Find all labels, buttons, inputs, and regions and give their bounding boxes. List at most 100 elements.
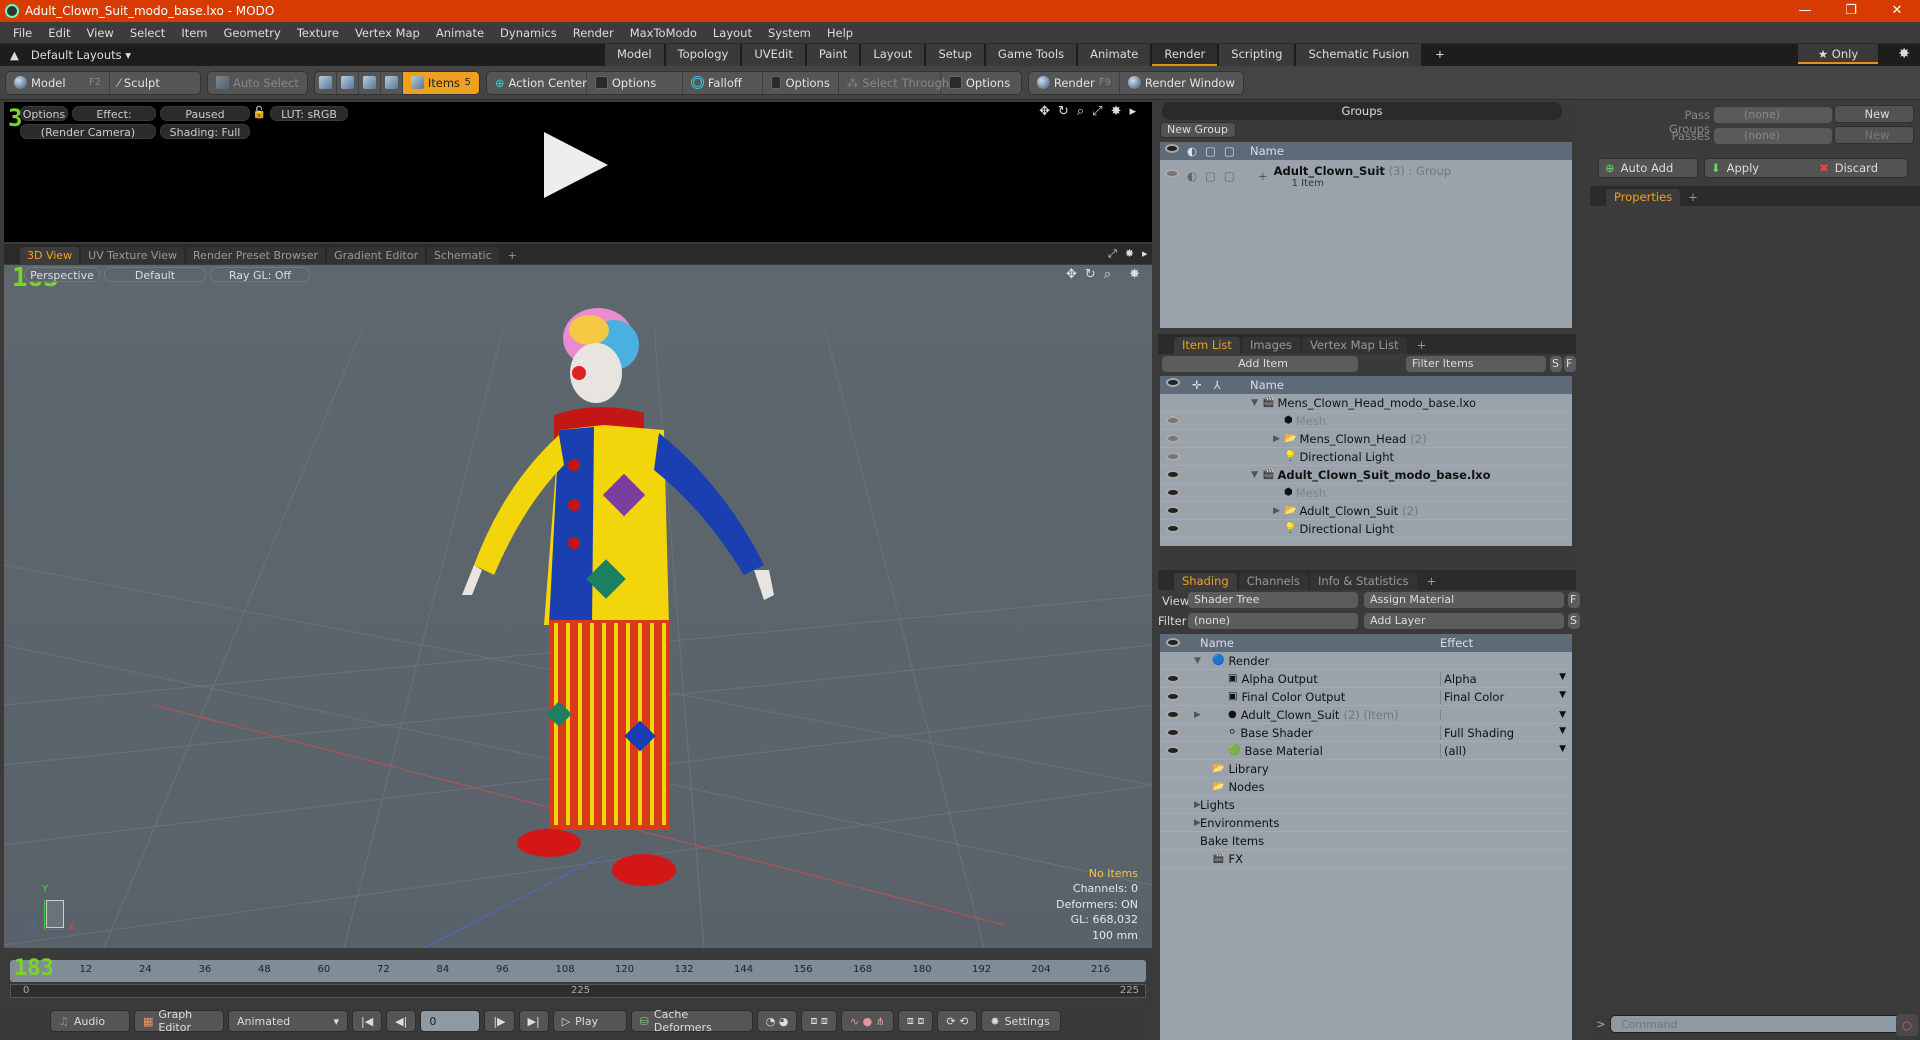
expand-arrow-icon[interactable]: ▸ — [1142, 247, 1148, 261]
group-row[interactable]: ◐ ▢ ▢ + Adult_Clown_Suit (3) : Group 1 Ite… — [1160, 160, 1572, 192]
select-toggle[interactable]: ▢ — [1224, 169, 1235, 183]
discard-label[interactable]: Discard — [1835, 158, 1878, 178]
minimize-button[interactable]: — — [1782, 0, 1828, 22]
command-input[interactable] — [1610, 1015, 1906, 1033]
action-center-options-button[interactable]: Options — [587, 71, 683, 94]
visibility-cell[interactable] — [1160, 504, 1250, 518]
menu-select[interactable]: Select — [123, 26, 174, 40]
tab-3d-view[interactable]: 3D View — [20, 247, 80, 264]
visibility-icon[interactable] — [1166, 433, 1180, 443]
chevron-down-icon[interactable]: ▼ — [1559, 710, 1566, 720]
tab-schematic-fusion[interactable]: Schematic Fusion — [1296, 44, 1422, 66]
shader-row[interactable]: ⚪ Base Shader Full Shading ▼ — [1160, 724, 1572, 742]
expand-arrow-icon[interactable]: ▶ — [1250, 434, 1284, 444]
chevron-down-icon[interactable]: ▼ — [1559, 744, 1566, 758]
s-button[interactable]: S — [1550, 356, 1562, 372]
tab-shading[interactable]: Shading — [1174, 573, 1237, 590]
visibility-icon[interactable] — [1165, 169, 1179, 178]
close-button[interactable]: ✕ — [1874, 0, 1920, 22]
visibility-cell[interactable] — [1160, 468, 1250, 482]
item-row[interactable]: 💡 Directional Light — [1160, 520, 1572, 538]
add-tab-button[interactable]: + — [1680, 189, 1706, 206]
tab-scripting[interactable]: Scripting — [1219, 44, 1295, 66]
menu-dynamics[interactable]: Dynamics — [493, 26, 566, 40]
3d-viewport[interactable]: 183 Perspective Default Ray GL: Off ✥ ↻ … — [4, 265, 1152, 948]
shader-row[interactable]: 🎬 FX — [1160, 850, 1572, 868]
shader-row[interactable]: 📂 Library — [1160, 760, 1572, 778]
new-pass-button[interactable]: New — [1834, 126, 1914, 144]
items-mode-button[interactable]: Items 5 — [402, 71, 479, 94]
shader-row[interactable]: ▶ Environments — [1160, 814, 1572, 832]
select-vertices-button[interactable] — [315, 71, 337, 94]
item-row[interactable]: ⬢ Mesh — [1160, 412, 1572, 430]
visibility-icon[interactable] — [1166, 451, 1180, 461]
shader-row[interactable]: ▣ Final Color Output Final Color ▼ — [1160, 688, 1572, 706]
passes-dropdown[interactable]: (none) — [1714, 128, 1832, 144]
tab-info-statistics[interactable]: Info & Statistics — [1309, 573, 1417, 590]
chevron-down-icon[interactable]: ▼ — [1559, 672, 1566, 686]
menu-texture[interactable]: Texture — [290, 26, 348, 40]
effect-cell[interactable]: ▼ — [1440, 709, 1566, 720]
visibility-cell[interactable] — [1160, 414, 1250, 428]
add-item-dropdown[interactable]: Add Item — [1162, 356, 1358, 372]
render-window-button[interactable]: Render Window — [1120, 72, 1243, 94]
goto-end-button[interactable]: ▶| — [518, 1010, 549, 1032]
tab-topology[interactable]: Topology — [665, 44, 741, 66]
visibility-icon[interactable] — [1166, 505, 1180, 515]
f-button[interactable]: F — [1568, 592, 1580, 608]
tab-images[interactable]: Images — [1241, 337, 1300, 354]
new-group-button[interactable]: New Group — [1160, 122, 1236, 138]
visibility-cell[interactable] — [1160, 690, 1194, 704]
add-tab-button[interactable]: + — [1409, 337, 1435, 354]
tab-uvedit[interactable]: UVEdit — [742, 44, 805, 66]
frame-input[interactable]: 0 — [420, 1010, 481, 1032]
tab-schematic[interactable]: Schematic — [427, 247, 499, 264]
rotate-icon[interactable]: ↻ — [1085, 267, 1096, 282]
select-through-button[interactable]: ⁂ Select Through — [839, 71, 949, 94]
effect-cell[interactable]: Final Color ▼ — [1440, 689, 1566, 704]
graph-editor-button[interactable]: ▦ Graph Editor — [134, 1008, 224, 1034]
effect-dropdown[interactable]: Effect: (Shadi... — [72, 106, 156, 136]
visibility-cell[interactable] — [1160, 486, 1250, 500]
expand-arrow-icon[interactable]: ▸ — [1129, 104, 1136, 119]
visibility-icon[interactable] — [1166, 745, 1180, 755]
default-layouts-dropdown[interactable]: Default Layouts ▾ — [31, 48, 131, 62]
expand-arrow-icon[interactable]: ▼ — [1250, 470, 1262, 480]
range-slider[interactable]: 0 225 225 — [10, 984, 1146, 998]
shader-row[interactable]: 🟢 Base Material (all) ▼ — [1160, 742, 1572, 760]
tab-game-tools[interactable]: Game Tools — [985, 44, 1077, 66]
item-row[interactable]: ▼ 🎬 Mens_Clown_Head_modo_base.lxo — [1160, 394, 1572, 412]
view-dropdown[interactable]: Shader Tree — [1188, 592, 1358, 608]
raygl-dropdown[interactable]: Ray GL: Off — [210, 267, 310, 282]
visibility-icon[interactable] — [1166, 727, 1180, 737]
action-center-button[interactable]: ⊕ Action Center — [487, 71, 587, 94]
gear-icon[interactable]: ✸ — [1125, 247, 1134, 261]
chevron-down-icon[interactable]: ▼ — [1559, 726, 1566, 740]
filter-dropdown[interactable]: (none) — [1188, 613, 1358, 629]
visibility-cell[interactable] — [1160, 726, 1194, 740]
expand-arrow-icon[interactable]: ▼ — [1194, 656, 1212, 666]
clown-model[interactable] — [462, 308, 774, 886]
shader-row[interactable]: 📂 Nodes — [1160, 778, 1572, 796]
item-row[interactable]: ▼ 🎬 Adult_Clown_Suit_modo_base.lxo — [1160, 466, 1572, 484]
tab-layout[interactable]: Layout — [861, 44, 925, 66]
render-button[interactable]: Render F9 — [1029, 71, 1120, 94]
play-button[interactable]: ▷ Play — [552, 1010, 627, 1032]
apply-button[interactable]: ⬇ Apply ✖ Discard — [1704, 158, 1908, 178]
key-next-button[interactable]: ⧈ ⧈ — [897, 1010, 934, 1032]
select-materials-button[interactable] — [381, 71, 403, 94]
collapse-icon[interactable]: ▲ — [10, 48, 19, 62]
pass-groups-dropdown[interactable]: (none) — [1714, 107, 1832, 123]
falloff-options-button[interactable]: Options — [763, 71, 839, 94]
select-polygons-button[interactable] — [359, 71, 381, 94]
visibility-cell[interactable] — [1160, 672, 1194, 686]
effect-cell[interactable]: (all) ▼ — [1440, 743, 1566, 758]
auto-select-button[interactable]: Auto Select — [208, 72, 307, 94]
model-mode-button[interactable]: Model F2 — [6, 71, 110, 94]
menu-view[interactable]: View — [80, 26, 123, 40]
assign-material-button[interactable]: Assign Material — [1364, 592, 1564, 608]
visibility-icon[interactable] — [1166, 469, 1180, 479]
record-button[interactable]: ∿ ● ⋔ — [840, 1010, 894, 1032]
audio-button[interactable]: ♫ Audio — [50, 1010, 130, 1032]
menu-file[interactable]: File — [6, 26, 41, 40]
